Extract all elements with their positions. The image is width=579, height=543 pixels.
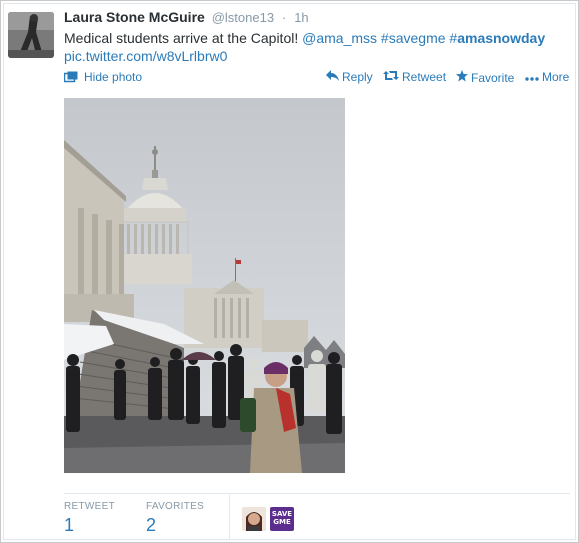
more-button[interactable]: More: [525, 70, 569, 84]
reply-icon: [326, 70, 339, 84]
favorite-star-icon: [456, 70, 468, 85]
hashtag-amasnowday[interactable]: #amasnowday: [449, 30, 545, 46]
favorites-stat-count: 2: [146, 515, 157, 535]
author-fullname[interactable]: Laura Stone McGuire: [64, 9, 205, 25]
reply-button[interactable]: Reply: [326, 70, 373, 84]
favorites-stat[interactable]: FAVORITES 2: [146, 501, 204, 536]
tweet-text: Medical students arrive at the Capitol! …: [64, 29, 564, 65]
retweet-button[interactable]: Retweet: [383, 70, 446, 84]
time-separator: ·: [281, 10, 287, 25]
author-username[interactable]: @lstone13: [212, 10, 274, 25]
retweet-icon: [383, 70, 399, 84]
mention-link[interactable]: @ama_mss: [302, 30, 377, 46]
tweet-photo[interactable]: [64, 98, 345, 473]
retweet-stat-label: RETWEET: [64, 501, 115, 512]
tweet-text-plain: Medical students arrive at the Capitol!: [64, 30, 303, 46]
retweet-label: Retweet: [402, 70, 447, 84]
retweet-stat[interactable]: RETWEET 1: [64, 501, 115, 536]
stats-vertical-divider: [229, 495, 230, 540]
hide-photo-label: Hide photo: [84, 70, 143, 84]
save-gme-badge: SAVE GME: [271, 510, 293, 526]
hide-photo-button[interactable]: Hide photo: [64, 70, 142, 84]
more-dots-icon: [525, 70, 539, 84]
hashtag-bold: amasnowday: [457, 30, 546, 46]
photo-icon: [64, 71, 78, 83]
favoriter-avatar-savegme[interactable]: SAVE GME: [270, 507, 294, 531]
favorite-button[interactable]: Favorite: [456, 70, 514, 85]
pic-link[interactable]: pic.twitter.com/w8vLrlbrw0: [64, 48, 227, 64]
favorite-label: Favorite: [471, 70, 515, 85]
favoriter-avatar[interactable]: [242, 507, 266, 531]
favorites-stat-label: FAVORITES: [146, 501, 205, 512]
retweet-stat-count: 1: [64, 515, 75, 535]
tweet-actions: Hide photo Reply Retweet Favorite More: [64, 68, 572, 88]
author-avatar[interactable]: [8, 12, 54, 58]
more-label: More: [542, 70, 570, 84]
stats-divider-line: [64, 493, 570, 494]
tweet-timestamp[interactable]: 1h: [294, 10, 308, 25]
reply-label: Reply: [342, 70, 373, 84]
tweet-header: Laura Stone McGuire @lstone13 · 1h: [64, 9, 564, 29]
hashtag-savegme[interactable]: #savegme: [381, 30, 446, 46]
